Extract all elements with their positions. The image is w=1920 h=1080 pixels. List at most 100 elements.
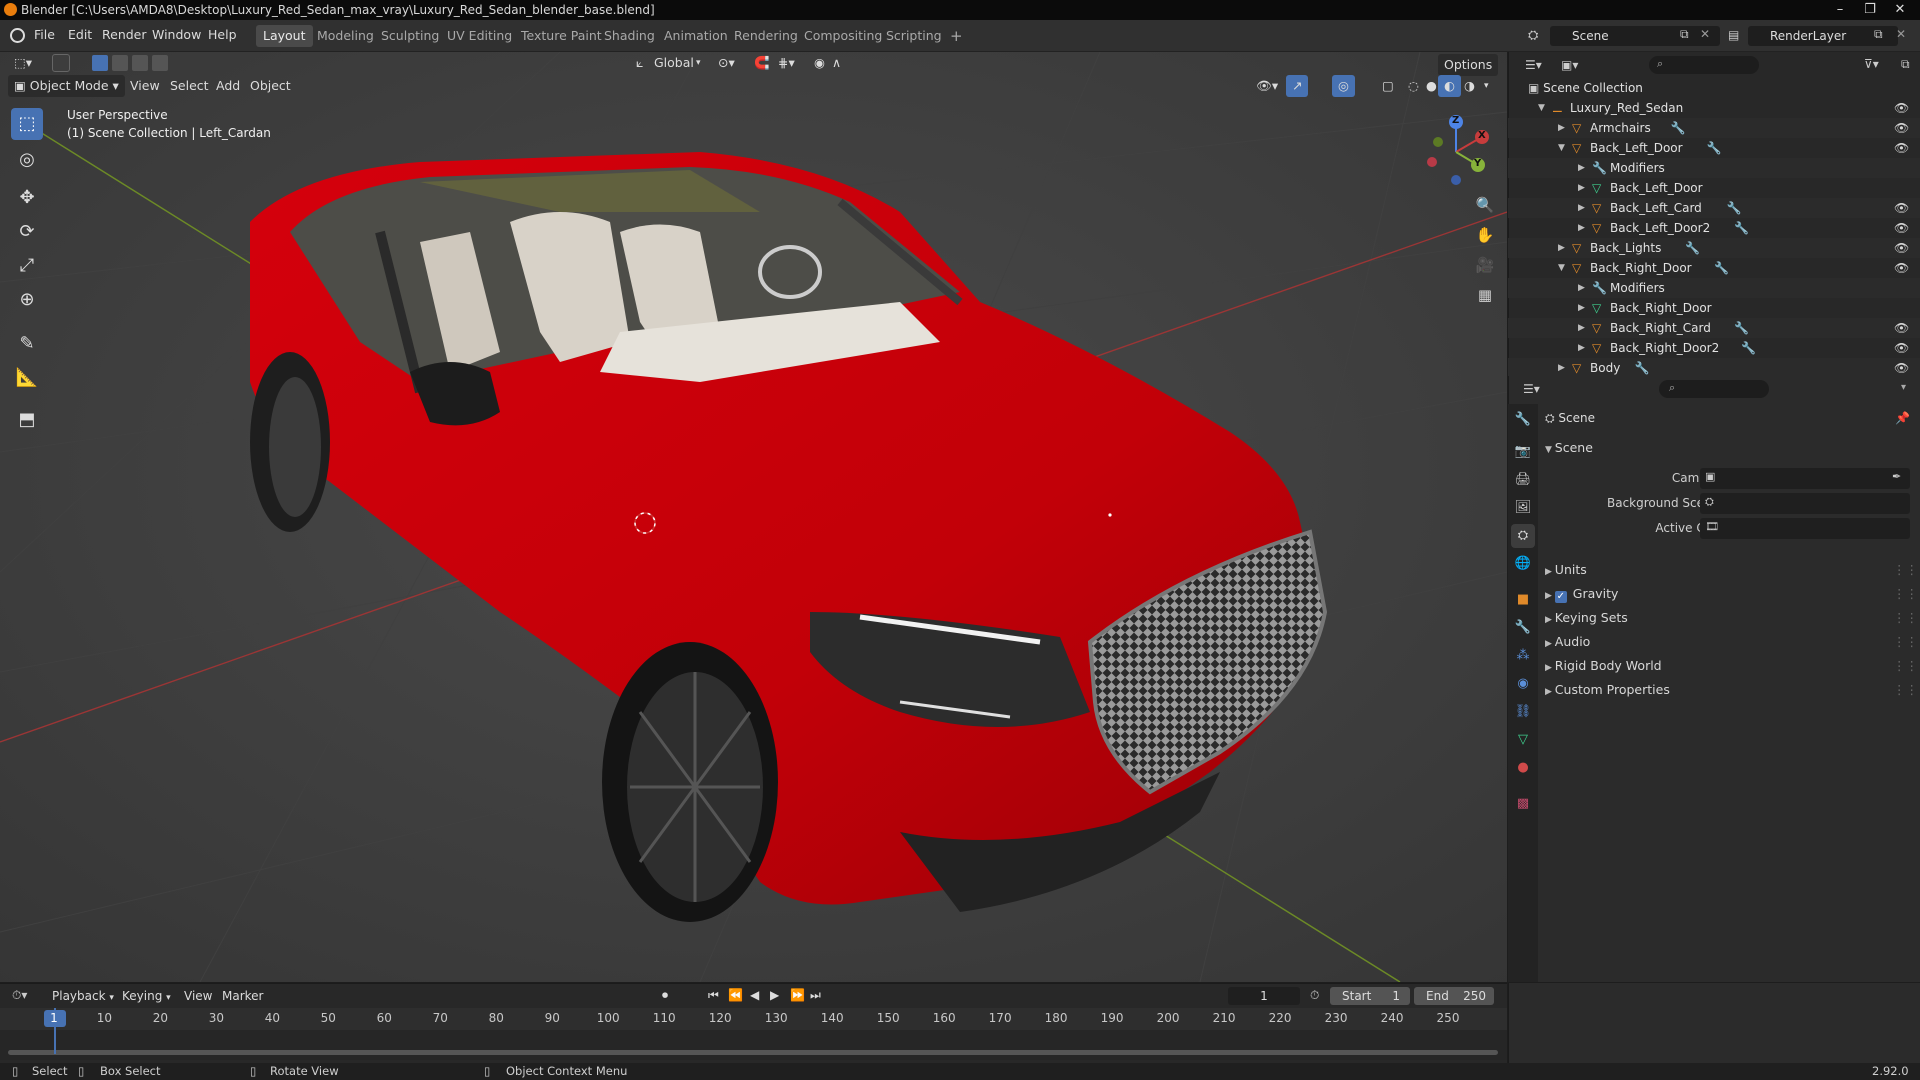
expand-closed-icon[interactable]: ▶ [1578, 198, 1585, 218]
menu-object[interactable]: Object [244, 75, 297, 97]
close-button[interactable]: ✕ [1886, 0, 1914, 20]
expand-closed-icon[interactable]: ▶ [1558, 358, 1565, 378]
delete-scene-icon[interactable]: ✕ [1700, 27, 1710, 41]
ortho-toggle-icon[interactable]: ▦ [1472, 282, 1498, 308]
new-scene-icon[interactable]: ⧉ [1680, 27, 1689, 42]
modifier-badge-icon[interactable]: 🔧 [1671, 118, 1686, 138]
outliner-row[interactable]: ▶ ▽ Back_Lights 🔧 👁 [1508, 238, 1920, 258]
pivot-point-icon[interactable]: ⊙▾ [712, 52, 741, 74]
outliner-row[interactable]: ▶ ▽ Back_Right_Door [1508, 298, 1920, 318]
menu-select[interactable]: Select [164, 75, 215, 97]
timeline-view-menu[interactable]: View [184, 989, 212, 1003]
stopwatch-icon[interactable]: ⏱ [1310, 988, 1319, 1003]
select-tool-icon[interactable] [52, 54, 70, 72]
expand-closed-icon[interactable]: ▶ [1578, 218, 1585, 238]
modifier-badge-icon[interactable]: 🔧 [1707, 138, 1722, 158]
jump-keyframe-forward-icon[interactable]: ⏩ [790, 988, 805, 1002]
tab-modeling[interactable]: Modeling [310, 25, 381, 47]
properties-search-input[interactable] [1659, 380, 1769, 398]
gizmo-toggle-icon[interactable]: ↗ [1286, 75, 1309, 97]
filter-icon[interactable]: ⊽▾ [1864, 57, 1879, 71]
tool-tab-icon[interactable]: 🔧 [1511, 408, 1535, 432]
modifier-badge-icon[interactable]: 🔧 [1734, 318, 1749, 338]
add-cube-tool-icon[interactable]: ⬒ [11, 404, 43, 436]
visibility-eye-icon[interactable]: 👁 [1894, 258, 1909, 278]
active-clip-field[interactable] [1700, 518, 1910, 539]
modifier-tab-icon[interactable]: 🔧 [1511, 616, 1535, 640]
drag-handle-icon[interactable]: ⋮⋮ [1893, 632, 1918, 652]
menu-render[interactable]: Render [102, 27, 147, 42]
expand-closed-icon[interactable]: ▶ [1558, 118, 1565, 138]
panel-header-units[interactable]: ▶ Units ⋮⋮ [1545, 560, 1918, 580]
panel-header-gravity[interactable]: ▶ ✓ Gravity ⋮⋮ [1545, 584, 1918, 604]
timeline-editor-type-icon[interactable]: ⏱▾ [12, 988, 27, 1003]
move-tool-icon[interactable]: ✥ [11, 182, 43, 214]
display-mode-icon[interactable]: ▣▾ [1561, 58, 1578, 72]
drag-handle-icon[interactable]: ⋮⋮ [1893, 680, 1918, 700]
marker-menu[interactable]: Marker [222, 989, 263, 1003]
add-workspace-button[interactable]: + [943, 25, 970, 47]
expand-closed-icon[interactable]: ▶ [1558, 238, 1565, 258]
properties-editor-type-icon[interactable]: ☰▾ [1523, 382, 1540, 396]
expand-closed-icon[interactable]: ▶ [1578, 158, 1585, 178]
expand-closed-icon[interactable]: ▶ [1578, 338, 1585, 358]
pan-hand-icon[interactable]: ✋ [1472, 222, 1498, 248]
tab-sculpting[interactable]: Sculpting [374, 25, 446, 47]
keying-menu[interactable]: Keying ▾ [122, 989, 171, 1003]
menu-edit[interactable]: Edit [68, 27, 92, 42]
visibility-eye-icon[interactable]: 👁 [1894, 318, 1909, 338]
outliner-row[interactable]: ▶ ▽ Back_Right_Card 🔧 👁 [1508, 318, 1920, 338]
expand-closed-icon[interactable]: ▶ [1578, 318, 1585, 338]
panel-header-custom-properties[interactable]: ▶ Custom Properties ⋮⋮ [1545, 680, 1918, 700]
tab-texture-paint[interactable]: Texture Paint [514, 25, 609, 47]
material-tab-icon[interactable]: ● [1511, 756, 1535, 780]
modifier-badge-icon[interactable]: 🔧 [1734, 218, 1749, 238]
visibility-eye-icon[interactable]: 👁 [1894, 358, 1909, 378]
visibility-eye-icon[interactable]: 👁 [1894, 238, 1909, 258]
start-frame-field[interactable]: Start 1 [1330, 987, 1410, 1005]
texture-tab-icon[interactable]: ▩ [1511, 792, 1535, 816]
record-icon[interactable]: ⏺ [662, 988, 668, 1003]
drag-handle-icon[interactable]: ⋮⋮ [1893, 656, 1918, 676]
visibility-icon[interactable]: 👁▾ [1250, 75, 1284, 97]
menu-view[interactable]: View [124, 75, 166, 97]
select-extend-icon[interactable] [112, 55, 128, 71]
tab-rendering[interactable]: Rendering [727, 25, 805, 47]
camera-field[interactable] [1700, 468, 1910, 489]
cursor-tool-icon[interactable]: ◎ [11, 144, 43, 176]
gravity-checkbox[interactable]: ✓ [1554, 591, 1567, 603]
scene-tab-icon[interactable]: ⛭ [1511, 524, 1535, 548]
tab-layout[interactable]: Layout [256, 25, 313, 47]
menu-window[interactable]: Window [152, 27, 201, 42]
outliner-root-row[interactable]: ▣ Scene Collection [1528, 78, 1908, 98]
jump-end-icon[interactable]: ⏭ [810, 988, 821, 1003]
drag-handle-icon[interactable]: ⋮⋮ [1893, 560, 1918, 580]
end-frame-field[interactable]: End 250 [1414, 987, 1494, 1005]
minimize-button[interactable]: – [1826, 0, 1854, 20]
expand-closed-icon[interactable]: ▶ [1578, 298, 1585, 318]
tab-compositing[interactable]: Compositing [797, 25, 889, 47]
menu-add[interactable]: Add [210, 75, 246, 97]
annotate-tool-icon[interactable]: ✎ [11, 328, 43, 360]
tab-shading[interactable]: Shading [597, 25, 662, 47]
panel-header-audio[interactable]: ▶ Audio ⋮⋮ [1545, 632, 1918, 652]
view-layer-tab-icon[interactable]: 🖼 [1511, 496, 1535, 520]
visibility-eye-icon[interactable]: 👁 [1894, 118, 1909, 138]
outliner-row[interactable]: ▶ 🔧 Modifiers [1508, 158, 1920, 178]
object-mode-dropdown[interactable]: ▣ Object Mode ▾ [8, 75, 125, 97]
jump-start-icon[interactable]: ⏮ [708, 988, 719, 1003]
rotate-tool-icon[interactable]: ⟳ [11, 216, 43, 248]
menu-help[interactable]: Help [208, 27, 237, 42]
expand-open-icon[interactable]: ▼ [1558, 138, 1565, 158]
tab-uv-editing[interactable]: UV Editing [440, 25, 519, 47]
measure-tool-icon[interactable]: 📐 [11, 362, 43, 394]
xray-toggle-icon[interactable]: ▢ [1376, 75, 1400, 97]
visibility-eye-icon[interactable]: 👁 [1894, 138, 1909, 158]
scale-tool-icon[interactable]: ⤢ [11, 250, 43, 282]
chevron-down-icon[interactable]: ▾ [1901, 382, 1906, 393]
navigation-gizmo[interactable]: Z X Y [1412, 110, 1492, 190]
new-collection-icon[interactable]: ⧉ [1901, 57, 1910, 72]
modifier-badge-icon[interactable]: 🔧 [1727, 198, 1742, 218]
outliner-search-input[interactable] [1649, 56, 1759, 74]
camera-view-icon[interactable]: 🎥 [1472, 252, 1498, 278]
